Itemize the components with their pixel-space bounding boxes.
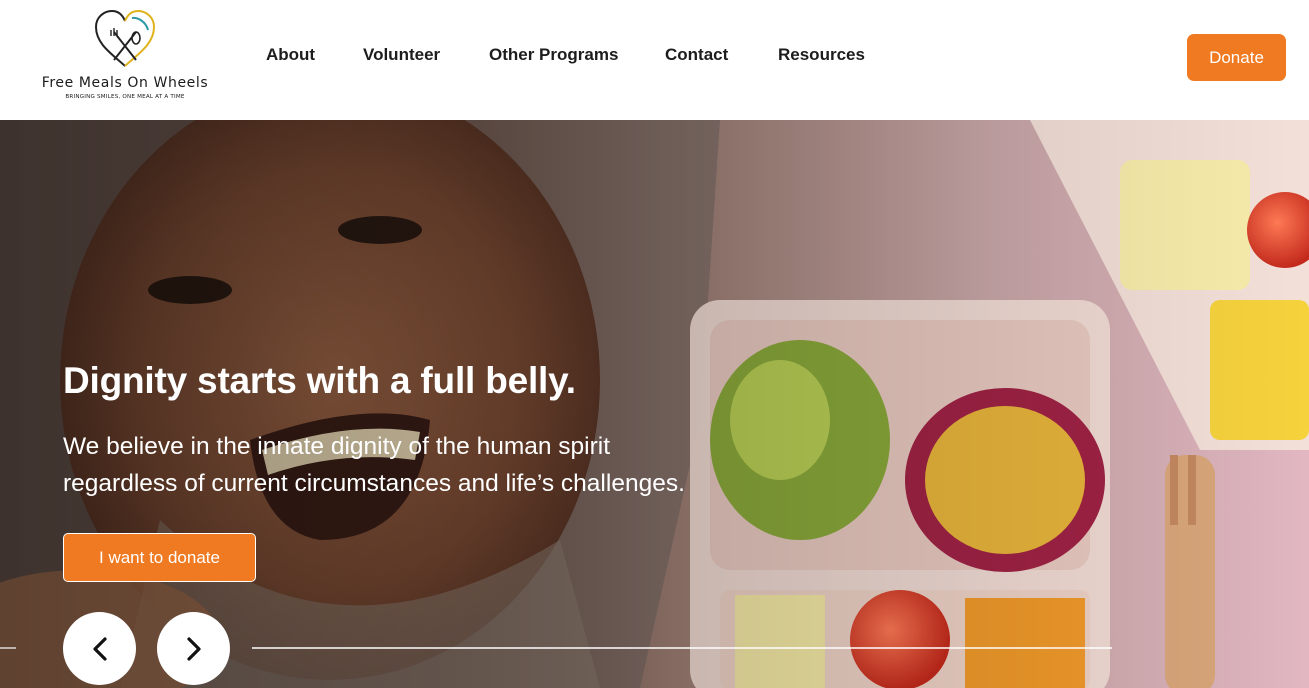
donate-button[interactable]: Donate	[1187, 34, 1286, 81]
brand-name: Free Meals On Wheels	[41, 75, 209, 91]
hero-subtitle-line2: regardless of current circumstances and …	[63, 470, 685, 497]
nav-contact[interactable]: Contact	[665, 45, 728, 65]
site-header: Free Meals On Wheels BRINGING SMILES, ON…	[0, 0, 1309, 120]
slider-track	[252, 647, 1112, 649]
slider-track-left	[0, 647, 16, 649]
hero-title: Dignity starts with a full belly.	[63, 360, 576, 401]
slider-prev-button[interactable]	[63, 612, 136, 685]
hero-subtitle-line1: We believe in the innate dignity of the …	[63, 433, 611, 460]
nav-other-programs[interactable]: Other Programs	[489, 45, 618, 65]
nav-resources[interactable]: Resources	[778, 45, 865, 65]
nav-volunteer[interactable]: Volunteer	[363, 45, 440, 65]
brand-tagline: BRINGING SMILES, ONE MEAL AT A TIME	[65, 94, 185, 100]
hero-subtitle: We believe in the innate dignity of the …	[63, 428, 783, 502]
hero-image	[0, 120, 1309, 688]
hero-banner: Dignity starts with a full belly. We bel…	[0, 120, 1309, 688]
donate-cta-button[interactable]: I want to donate	[63, 533, 256, 582]
slider-next-button[interactable]	[157, 612, 230, 685]
site-logo[interactable]: Free Meals On Wheels BRINGING SMILES, ON…	[36, 8, 214, 108]
chevron-right-icon	[186, 636, 201, 661]
page: Free Meals On Wheels BRINGING SMILES, ON…	[0, 0, 1309, 688]
heart-fork-spoon-icon	[94, 9, 156, 67]
nav-about[interactable]: About	[266, 45, 315, 65]
chevron-left-icon	[92, 636, 107, 661]
